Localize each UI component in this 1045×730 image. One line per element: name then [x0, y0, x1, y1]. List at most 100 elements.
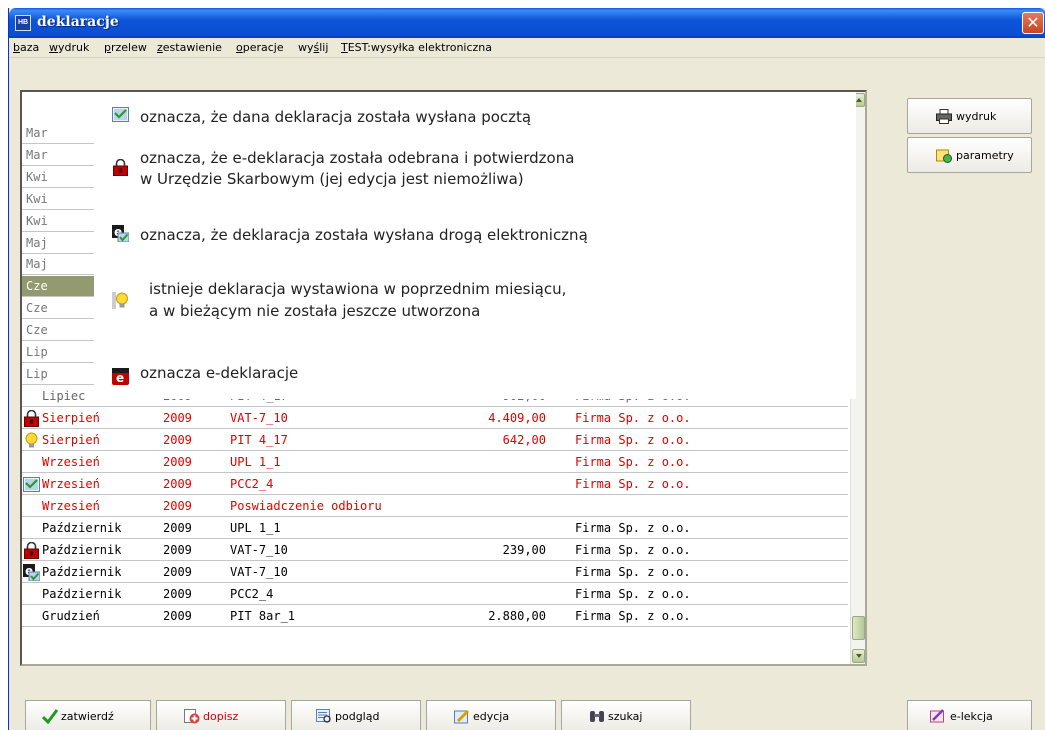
cell-month: Wrzesień	[42, 455, 100, 469]
cell-year: 2009	[163, 477, 192, 491]
cell-form: UPL 1_1	[230, 455, 281, 469]
title-bar[interactable]: HB deklaracje ✕	[9, 8, 1045, 38]
bottom-toolbar: zatwierdź dopisz podgląd edycja szukaj e…	[9, 676, 1045, 730]
legend-edecl: oznacza e-deklaracje	[140, 364, 299, 382]
cell-month: Lip	[26, 366, 48, 381]
cell-month: Mar	[26, 147, 48, 162]
cell-company: Firma Sp. z o.o.	[575, 587, 691, 601]
binoculars-icon	[590, 711, 604, 722]
menu-bar: baza wydruk przelew zestawienie operacje…	[9, 38, 1045, 58]
printer-icon	[936, 109, 952, 124]
mail-icon	[112, 107, 129, 122]
cell-year: 2009	[163, 455, 192, 469]
cell-form: PIT 4_17	[230, 433, 288, 447]
table-row[interactable]: Wrzesień 2009 PCC2_4 Firma Sp. z o.o.	[22, 474, 848, 495]
parameters-button[interactable]: parametry	[907, 137, 1032, 173]
preview-button[interactable]: podgląd	[291, 700, 421, 730]
icon-legend-panel: oznacza, że dana deklaracja została wysł…	[94, 92, 856, 399]
close-button[interactable]: ✕	[1022, 12, 1044, 34]
legend-confirmed-line1: oznacza, że e-deklaracja została odebran…	[140, 149, 575, 167]
cell-year: 2009	[163, 499, 192, 513]
cell-form: PIT 8ar_1	[230, 609, 296, 623]
checkmark-icon	[42, 709, 58, 724]
cell-month: Wrzesień	[42, 499, 100, 513]
menu-wydruk[interactable]: wydruk	[49, 41, 89, 54]
cell-month: Cze	[26, 279, 48, 294]
cell-amount: 642,00	[502, 433, 546, 447]
preview-icon	[316, 709, 331, 723]
scroll-down-button[interactable]	[852, 649, 865, 663]
lock-icon	[113, 159, 128, 176]
cell-year: 2009	[163, 433, 192, 447]
svg-text:e: e	[116, 371, 124, 385]
table-row[interactable]: Wrzesień 2009 UPL 1_1 Firma Sp. z o.o.	[22, 452, 848, 473]
cell-month: Październik	[42, 587, 122, 601]
add-button[interactable]: dopisz	[156, 700, 286, 730]
menu-operacje[interactable]: operacje	[236, 41, 284, 54]
cell-year: 2009	[163, 411, 192, 425]
cell-year: 2009	[163, 543, 192, 557]
elekcja-button[interactable]: e-lekcja	[907, 700, 1032, 730]
e-declaration-icon: e	[112, 368, 129, 385]
confirm-label: zatwierdź	[61, 710, 114, 723]
print-button[interactable]: wydruk	[907, 98, 1032, 134]
cell-month: Lipiec	[42, 389, 86, 403]
add-label: dopisz	[203, 710, 239, 723]
arrow-up-icon	[856, 98, 862, 102]
cell-company: Firma Sp. z o.o.	[575, 609, 691, 623]
cell-year: 2009	[163, 565, 192, 579]
print-label: wydruk	[956, 110, 997, 123]
cell-month: Październik	[42, 521, 122, 535]
menu-zestawienie[interactable]: zestawienie	[157, 41, 222, 54]
cell-month: Sierpień	[42, 411, 100, 425]
arrow-down-icon	[856, 654, 862, 658]
table-row[interactable]: e Październik 2009 VAT-7_10 Firma Sp. z o.o.	[22, 562, 848, 583]
cell-amount: 2.880,00	[488, 609, 546, 623]
search-label: szukaj	[608, 710, 643, 723]
table-row[interactable]: Wrzesień 2009 Poswiadczenie odbioru	[22, 496, 848, 517]
cell-company: Firma Sp. z o.o.	[575, 543, 691, 557]
app-icon: HB	[15, 15, 31, 31]
menu-wyslij[interactable]: wyślij	[298, 41, 328, 54]
search-button[interactable]: szukaj	[561, 700, 691, 730]
cell-year: 2009	[163, 609, 192, 623]
edit-label: edycja	[473, 710, 510, 723]
cell-company: Firma Sp. z o.o.	[575, 455, 691, 469]
mail-icon	[23, 477, 40, 492]
elekcja-icon	[930, 709, 944, 723]
table-row[interactable]: Grudzień 2009 PIT 8ar_1 2.880,00 Firma Sp. z…	[22, 606, 848, 627]
cell-month: Grudzień	[42, 609, 100, 623]
menu-przelew[interactable]: przelew	[104, 41, 147, 54]
cell-company: Firma Sp. z o.o.	[575, 521, 691, 535]
cell-company: Firma Sp. z o.o.	[575, 477, 691, 491]
cell-form: PCC2_4	[230, 587, 274, 601]
cell-company: Firma Sp. z o.o.	[575, 433, 691, 447]
scroll-thumb[interactable]	[852, 616, 865, 640]
cell-form: VAT-7_10	[230, 411, 288, 425]
cell-month: Kwi	[26, 213, 48, 228]
table-row[interactable]: Październik 2009 PCC2_4 Firma Sp. z o.o.	[22, 584, 848, 605]
preview-label: podgląd	[335, 710, 380, 723]
legend-previous-line1: istnieje deklaracja wystawiona w poprzed…	[149, 280, 567, 298]
table-row[interactable]: Październik 2009 VAT-7_10 239,00 Firma Sp. z…	[22, 540, 848, 561]
table-row[interactable]: Październik 2009 UPL 1_1 Firma Sp. z o.o.	[22, 518, 848, 539]
e-send-icon: e	[23, 564, 40, 581]
cell-month: Kwi	[26, 191, 48, 206]
cell-month: Maj	[26, 257, 48, 272]
legend-electronic: oznacza, że deklaracja została wysłana d…	[140, 226, 588, 244]
legend-posted: oznacza, że dana deklaracja została wysł…	[140, 108, 532, 126]
lightbulb-icon	[25, 432, 38, 448]
table-row[interactable]: Sierpień 2009 PIT 4_17 642,00 Firma Sp. z o.…	[22, 430, 848, 451]
cell-amount: 4.409,00	[488, 411, 546, 425]
confirm-button[interactable]: zatwierdź	[25, 700, 151, 730]
lock-icon	[24, 410, 39, 427]
edit-button[interactable]: edycja	[426, 700, 556, 730]
table-row[interactable]: Sierpień 2009 VAT-7_10 4.409,00 Firma Sp. z …	[22, 408, 848, 429]
menu-test-wysylka[interactable]: TEST:wysyłka elektroniczna	[341, 41, 492, 54]
cell-month: Lip	[26, 345, 48, 359]
cell-month: Sierpień	[42, 433, 100, 447]
menu-baza[interactable]: baza	[13, 41, 39, 54]
cell-form: VAT-7_10	[230, 543, 288, 557]
cell-form: Poswiadczenie odbioru	[230, 499, 382, 513]
window-title: deklaracje	[37, 14, 119, 30]
